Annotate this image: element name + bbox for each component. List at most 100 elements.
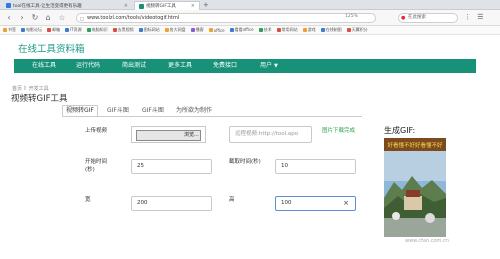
page-icon: ◻	[80, 16, 85, 22]
bookmark-icon	[190, 28, 195, 32]
page-title: 视频转GIF工具	[11, 94, 68, 104]
bookmark-icon	[229, 28, 234, 32]
bookmark-icon	[47, 28, 51, 32]
refresh-icon[interactable]: ↻	[30, 13, 40, 23]
upload-label: 上传视频	[85, 128, 108, 134]
browser-tab[interactable]: tool在线工具-让生活变得更有乐趣 ×	[2, 1, 132, 10]
bookmark-item[interactable]: 技术	[258, 27, 272, 33]
favicon-icon	[6, 3, 11, 8]
bookmark-item[interactable]: 各大网盘	[164, 27, 186, 33]
bookmark-item[interactable]: 看看office	[229, 27, 254, 33]
bookmark-label: 书签	[8, 27, 16, 32]
gif-preview: 好看懂不好好看懂不好	[384, 138, 446, 237]
star-icon[interactable]: ☆	[57, 13, 67, 23]
bookmark-label: 电影论坛	[26, 27, 42, 32]
bookmark-item[interactable]: 天翼积分	[346, 27, 368, 33]
nav-online-tools[interactable]: 在线工具	[32, 59, 56, 73]
end-time-input[interactable]: 10	[275, 159, 356, 174]
back-icon[interactable]: ‹	[4, 13, 14, 23]
nav-run-code[interactable]: 运行代码	[76, 59, 100, 73]
bookmark-label: office	[213, 27, 225, 33]
bookmark-item[interactable]: 邮箱	[47, 27, 60, 33]
bookmark-label: 去黑视频	[117, 27, 134, 32]
file-input[interactable]: 浏览...	[136, 130, 201, 141]
bookmarks-bar: 书签 电影论坛 邮箱 IT资源 电脑知识 去黑视频 图标网站 各大网盘 播客 office 看看of…	[0, 26, 500, 35]
height-label: 高	[229, 197, 235, 203]
bookmark-icon	[112, 28, 117, 32]
width-label: 宽	[85, 197, 91, 203]
download-status-link[interactable]: 图片下载完成	[322, 127, 362, 136]
zoom-level[interactable]: 125%	[345, 14, 358, 19]
video-url-input[interactable]: 远程视频:http://tool.apo	[229, 126, 312, 143]
menu-icon[interactable]: ⋮ ☰	[464, 13, 486, 21]
gif-banner-text: 好看懂不好好看懂不好	[387, 141, 443, 149]
bookmark-label: 各大网盘	[169, 27, 186, 32]
breadcrumb[interactable]: 首页 》开发工具	[12, 85, 49, 92]
address-text: www.toolzl.com/tools/videotogif.html	[87, 15, 180, 21]
bookmark-icon	[346, 28, 351, 32]
address-bar[interactable]: ◻ www.toolzl.com/tools/videotogif.html	[76, 13, 376, 23]
bookmark-item[interactable]: 常用网站	[276, 27, 298, 33]
search-placeholder: 在此搜索	[408, 15, 426, 20]
plus-icon[interactable]: +	[203, 1, 209, 9]
bookmark-label: IT资源	[70, 27, 82, 32]
bookmark-label: 天翼积分	[351, 27, 368, 32]
browse-button[interactable]: 浏览...	[183, 132, 200, 139]
nav-free-api[interactable]: 免费接口	[213, 59, 237, 73]
bookmark-icon	[276, 28, 281, 32]
end-time-label: 截取时间(秒)	[229, 159, 261, 165]
bookmark-item[interactable]: 在线制图	[320, 27, 342, 33]
close-tab-icon[interactable]: ×	[124, 3, 128, 9]
file-upload[interactable]: 浏览...	[131, 126, 206, 143]
bookmark-item[interactable]: 图标网站	[138, 27, 160, 33]
browser-tab-bar: tool在线工具-让生活变得更有乐趣 × 视频转GIF工具 × +	[0, 0, 500, 10]
gif-preview-image: 好看懂不好好看懂不好	[384, 138, 446, 237]
height-value: 100	[281, 200, 292, 206]
bookmark-icon	[208, 28, 213, 32]
search-engine-icon: ●	[401, 15, 406, 21]
browser-tab-active[interactable]: 视频转GIF工具 ×	[134, 1, 200, 10]
nav-user[interactable]: 用户 ▼	[260, 59, 278, 73]
bookmark-item[interactable]: 电脑知识	[86, 27, 108, 33]
start-time-label: 开始时间(秒)	[85, 159, 108, 173]
bookmark-item[interactable]: 播客	[190, 27, 204, 33]
bookmark-item[interactable]: office	[208, 27, 225, 33]
bookmark-label: 游戏	[307, 27, 316, 32]
bookmark-icon	[21, 28, 25, 32]
bookmark-item[interactable]: 去黑视频	[112, 27, 134, 33]
main-nav: 在线工具 运行代码 简出测试 更多工具 免费接口 用户 ▼	[14, 59, 476, 73]
tab-title: tool在线工具-让生活变得更有乐趣	[13, 3, 82, 9]
bookmark-icon	[302, 28, 307, 32]
bookmark-icon	[258, 28, 263, 32]
bookmark-label: 在线制图	[325, 27, 342, 32]
nav-more-tools[interactable]: 更多工具	[168, 59, 192, 73]
width-input[interactable]: 200	[131, 196, 212, 211]
search-input[interactable]: ● 在此搜索	[398, 13, 458, 23]
clear-icon[interactable]: ×	[343, 197, 349, 210]
nav-test[interactable]: 简出测试	[122, 59, 146, 73]
chevron-down-icon: ▼	[274, 63, 278, 69]
watermark: www.cfan.com.cn	[405, 238, 449, 244]
bookmark-label: 图标网站	[143, 27, 160, 32]
tab-divider	[62, 116, 362, 117]
bookmark-icon	[164, 28, 169, 32]
start-time-input[interactable]: 25	[131, 159, 212, 174]
bookmark-label: 技术	[263, 27, 272, 32]
height-input[interactable]: 100 ×	[275, 196, 356, 211]
result-label: 生成GIF:	[384, 126, 416, 135]
bookmark-item[interactable]: 书签	[3, 27, 16, 33]
bookmark-item[interactable]: 电影论坛	[21, 27, 42, 33]
bookmark-icon	[320, 28, 325, 32]
bookmark-label: 邮箱	[52, 27, 60, 32]
close-tab-icon[interactable]: ×	[191, 3, 195, 9]
site-title[interactable]: 在线工具资料箱	[18, 41, 85, 55]
bookmark-label: 看看office	[234, 27, 254, 32]
bookmark-item[interactable]: 游戏	[302, 27, 316, 33]
tab-title: 视频转GIF工具	[146, 4, 176, 9]
bookmark-icon	[86, 28, 91, 32]
bookmark-icon	[138, 28, 143, 32]
home-icon[interactable]: ⌂	[43, 13, 53, 23]
bookmark-item[interactable]: IT资源	[65, 27, 82, 33]
bookmark-label: 电脑知识	[91, 27, 108, 32]
forward-icon[interactable]: ›	[17, 13, 27, 23]
